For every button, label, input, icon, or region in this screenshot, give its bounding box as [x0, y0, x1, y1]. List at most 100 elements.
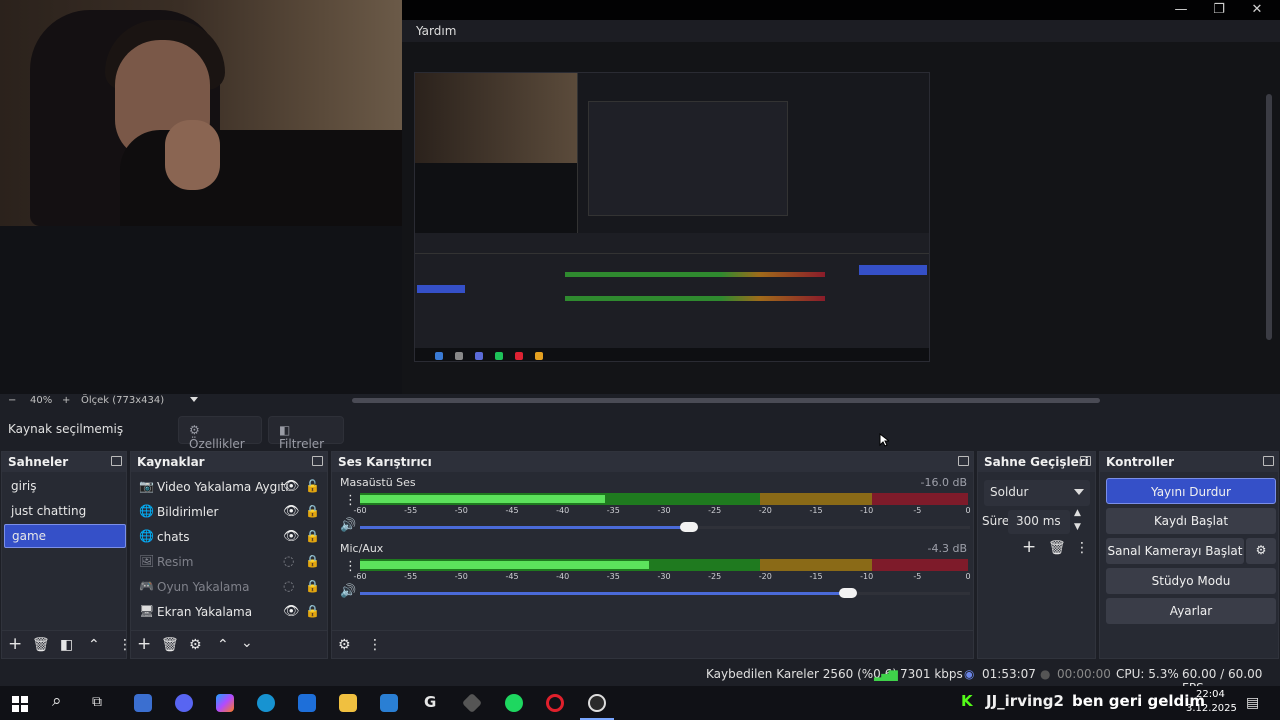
volume-slider-desktop[interactable] — [360, 522, 970, 532]
scene-item-giris[interactable]: giriş — [4, 475, 126, 499]
start-record-button[interactable]: Kaydı Başlat — [1106, 508, 1276, 534]
undock-icon[interactable] — [1263, 456, 1274, 466]
duration-input[interactable]: 300 ms — [1008, 510, 1070, 534]
undock-icon[interactable] — [1080, 456, 1091, 466]
volume-slider-mic[interactable] — [360, 588, 970, 598]
notification-icon[interactable]: ▤ — [1246, 696, 1259, 710]
undock-icon[interactable] — [312, 456, 323, 466]
scene-item-just-chatting[interactable]: just chatting — [4, 500, 126, 524]
task-view-icon[interactable]: ⧉ — [92, 695, 102, 709]
meter-tick-label: -20 — [758, 506, 772, 515]
restore-button[interactable]: ❐ — [1204, 2, 1234, 17]
speaker-icon[interactable]: 🔊 — [340, 584, 356, 599]
windows-taskbar: ⌕ ⧉ G K JJ_irving2 ben geri geldim 22:04… — [0, 686, 1280, 720]
trash-icon[interactable]: 🗑 — [161, 638, 179, 652]
undock-icon[interactable] — [111, 456, 122, 466]
spin-down-icon[interactable]: ▼ — [1074, 522, 1081, 532]
zoom-in-button[interactable]: + — [62, 395, 70, 406]
more-options-icon[interactable]: ⋮ — [368, 638, 382, 652]
trash-icon[interactable]: 🗑 — [1048, 541, 1066, 555]
search-icon[interactable]: ⌕ — [52, 693, 62, 710]
windows-start-icon[interactable] — [12, 696, 28, 712]
filter-icon: ◧ — [279, 423, 291, 437]
studio-mode-button[interactable]: Stüdyo Modu — [1106, 568, 1276, 594]
kick-icon: K — [961, 692, 973, 710]
advanced-audio-gear-icon[interactable]: ⚙ — [338, 638, 351, 652]
store-icon[interactable] — [298, 694, 316, 712]
undock-icon[interactable] — [958, 456, 969, 466]
stop-stream-button[interactable]: Yayını Durdur — [1106, 478, 1276, 504]
slider-knob[interactable] — [839, 588, 857, 598]
filters-label: Filtreler — [279, 437, 325, 451]
lock-icon[interactable]: 🔒 — [305, 579, 320, 593]
preview-horizontal-scrollbar[interactable] — [352, 398, 1100, 403]
menu-help[interactable]: Yardım — [416, 24, 456, 38]
hidden-eye-icon[interactable]: ◌ — [283, 579, 294, 594]
source-item-screen-capture[interactable]: 🖥 Ekran Yakalama 👁 🔒 — [131, 600, 321, 624]
meter-tick-label: -35 — [606, 572, 620, 581]
globe-icon: 🌐 — [139, 529, 154, 543]
minimize-button[interactable]: — — [1166, 2, 1196, 17]
add-transition-icon[interactable]: + — [1022, 539, 1036, 556]
close-button[interactable]: ✕ — [1242, 2, 1272, 17]
clock-date[interactable]: 3.12.2025 — [1186, 703, 1237, 714]
move-down-icon[interactable]: ⌄ — [241, 636, 253, 650]
trash-icon[interactable]: 🗑 — [32, 638, 50, 652]
source-item-chats[interactable]: 🌐 chats 👁 🔒 — [131, 525, 321, 549]
preview-vertical-scrollbar[interactable] — [1266, 94, 1272, 340]
scene-label: giriş — [11, 479, 37, 493]
mail-icon[interactable] — [380, 694, 398, 712]
filters-button[interactable]: ◧ Filtreler — [268, 416, 344, 451]
app-icon-1[interactable] — [134, 694, 152, 712]
source-item-game-capture[interactable]: 🎮 Oyun Yakalama ◌ 🔒 — [131, 575, 321, 599]
start-virtual-camera-button[interactable]: Sanal Kamerayı Başlat — [1106, 538, 1244, 564]
virtual-camera-settings-button[interactable]: ⚙ — [1246, 538, 1276, 564]
source-item-bildirimler[interactable]: 🌐 Bildirimler 👁 🔒 — [131, 500, 321, 524]
spotify-icon[interactable] — [505, 694, 523, 712]
gear-icon[interactable]: ⚙ — [189, 638, 202, 652]
discord-icon[interactable] — [175, 694, 193, 712]
gear-icon: ⚙ — [1255, 543, 1267, 557]
lock-icon[interactable]: 🔒 — [305, 504, 320, 518]
meter-tick-label: -10 — [860, 506, 874, 515]
zoom-out-button[interactable]: − — [8, 395, 16, 406]
g-app-icon[interactable]: G — [424, 695, 436, 710]
hidden-eye-icon[interactable]: ◌ — [283, 554, 294, 569]
source-item-video-capture[interactable]: 📷 Video Yakalama Aygıtı 👁 🔓 — [131, 475, 321, 499]
lock-icon[interactable]: 🔒 — [305, 604, 320, 618]
add-scene-icon[interactable]: + — [8, 636, 22, 653]
obs-icon[interactable] — [588, 694, 606, 712]
cpu-usage: CPU: 5.3% — [1116, 667, 1179, 681]
app-icon-hex[interactable] — [461, 692, 483, 714]
transition-select[interactable]: Soldur — [984, 480, 1090, 506]
lock-icon[interactable]: 🔒 — [305, 554, 320, 568]
properties-button[interactable]: ⚙ Özellikler — [178, 416, 262, 451]
spin-up-icon[interactable]: ▲ — [1074, 508, 1081, 518]
clock-time[interactable]: 22:04 — [1196, 689, 1225, 700]
edge-icon[interactable] — [257, 694, 275, 712]
copilot-icon[interactable] — [216, 694, 234, 712]
scale-dropdown-icon[interactable] — [190, 397, 198, 402]
folder-icon[interactable] — [339, 694, 357, 712]
speaker-icon[interactable]: 🔊 — [340, 518, 356, 533]
visibility-eye-icon[interactable]: 👁 — [283, 529, 300, 544]
visibility-eye-icon[interactable]: 👁 — [283, 479, 300, 494]
visibility-eye-icon[interactable]: 👁 — [283, 604, 300, 619]
slider-knob[interactable] — [680, 522, 699, 532]
more-options-icon[interactable]: ⋮ — [1075, 541, 1089, 555]
scenes-dock: Sahneler giriş just chatting game + 🗑 ◧ … — [1, 451, 132, 659]
move-up-icon[interactable]: ⌃ — [217, 638, 229, 652]
visibility-eye-icon[interactable]: 👁 — [283, 504, 300, 519]
filter-icon[interactable]: ◧ — [60, 638, 73, 652]
source-label: Video Yakalama Aygıtı — [157, 480, 289, 494]
move-up-icon[interactable]: ⌃ — [88, 638, 100, 652]
opera-gx-icon[interactable] — [546, 694, 564, 712]
lock-icon[interactable]: 🔒 — [305, 529, 320, 543]
unlock-icon[interactable]: 🔓 — [305, 479, 320, 493]
zoom-percent: 40% — [30, 395, 53, 406]
settings-button[interactable]: Ayarlar — [1106, 598, 1276, 624]
scene-item-game[interactable]: game — [4, 524, 126, 548]
add-source-icon[interactable]: + — [137, 636, 151, 653]
meter-level-desktop — [360, 495, 606, 503]
source-item-resim[interactable]: 🖼 Resim ◌ 🔒 — [131, 550, 321, 574]
